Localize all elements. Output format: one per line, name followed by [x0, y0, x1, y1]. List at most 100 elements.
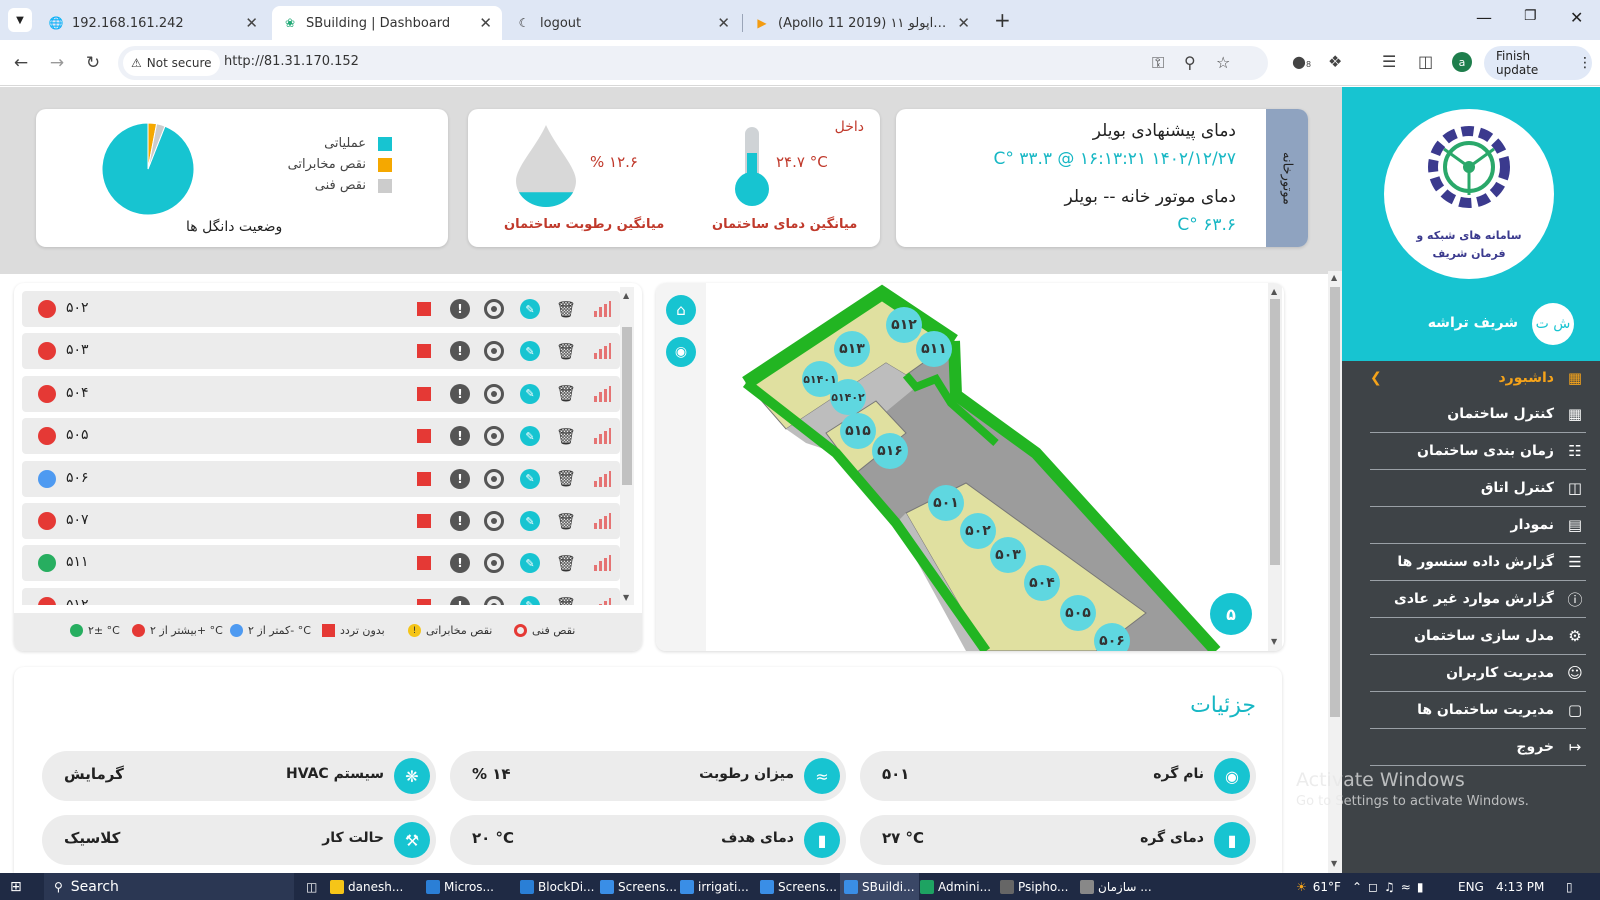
room-label-bubble[interactable]: ۵۱۳	[834, 331, 870, 367]
stop-square-icon[interactable]	[414, 553, 434, 573]
floorplan-scrollbar[interactable]: ▲ ▼	[1268, 283, 1282, 651]
close-icon[interactable]: ✕	[717, 14, 730, 32]
warning-icon[interactable]: !	[450, 468, 470, 489]
target-icon[interactable]	[484, 468, 504, 489]
user-name[interactable]: شریف تراشه	[1428, 315, 1518, 331]
trash-icon[interactable]: 🗑	[556, 469, 576, 489]
maximize-icon[interactable]: ❐	[1524, 8, 1537, 24]
room-list[interactable]: ۵۰۲ 🗑 ✎! ۵۰۳ 🗑 ✎! ۵۰۴ 🗑 ✎! ۵۰۵ 🗑 ✎! ۵۰۶ 🗑 ✎! ۵۰۷ 🗑 ✎! ۵۱۱ 🗑…	[14, 287, 642, 605]
target-icon[interactable]	[484, 383, 504, 404]
address-bar[interactable]: ⚠ Not secure http://81.31.170.152 ⚿ ⚲ ☆	[118, 46, 1268, 80]
edit-icon[interactable]: ✎	[520, 299, 540, 319]
profile-avatar[interactable]: a	[1452, 52, 1472, 72]
tray-icons[interactable]: ⌃◻♫≈▮	[1352, 873, 1429, 900]
not-secure-badge[interactable]: ⚠ Not secure	[123, 50, 220, 76]
clock[interactable]: 4:13 PM	[1496, 873, 1544, 900]
taskbar-app[interactable]: Micros...	[426, 873, 494, 900]
location-button[interactable]: ◉	[666, 337, 696, 367]
stop-square-icon[interactable]	[414, 426, 434, 446]
extension-badge-icon[interactable]: ●8	[1292, 52, 1311, 71]
start-button[interactable]: ⊞	[10, 873, 22, 900]
reload-icon[interactable]: ↻	[80, 50, 106, 76]
stop-square-icon[interactable]	[414, 384, 434, 404]
sidebar-item[interactable]: مدل سازی ساختمان ⚙	[1370, 618, 1586, 655]
scroll-up-icon[interactable]: ▲	[1331, 273, 1337, 282]
close-icon[interactable]: ✕	[245, 14, 258, 32]
warning-icon[interactable]: !	[450, 553, 470, 574]
media-icon[interactable]: ☰	[1382, 52, 1396, 71]
tab-search-button[interactable]: ▼	[8, 8, 32, 32]
room-row[interactable]: ۵۰۵ 🗑 ✎!	[22, 418, 620, 455]
url-text[interactable]: http://81.31.170.152	[224, 54, 359, 69]
target-icon[interactable]	[484, 553, 504, 574]
room-label-bubble[interactable]: ۵۱۱	[916, 331, 952, 367]
room-label-bubble[interactable]: ۵۱۶	[872, 433, 908, 469]
chart-icon[interactable]	[592, 384, 612, 404]
floor-number-badge[interactable]: ۵	[1210, 593, 1252, 635]
target-icon[interactable]	[484, 426, 504, 447]
taskbar-app[interactable]: Psipho...	[1000, 873, 1068, 900]
room-row[interactable]: ۵۰۷ 🗑 ✎!	[22, 503, 620, 539]
sidebar-item[interactable]: مدیریت ساختمان ها ▢	[1370, 692, 1586, 729]
scroll-thumb[interactable]	[622, 327, 632, 485]
sidebar-item[interactable]: گزارش داده سنسور ها ☰	[1370, 544, 1586, 581]
sidebar-item[interactable]: خروج ↦	[1370, 729, 1586, 766]
stop-square-icon[interactable]	[414, 469, 434, 489]
taskbar-app[interactable]: danesh...	[330, 873, 403, 900]
zoom-icon[interactable]: ⚲	[1184, 53, 1196, 72]
room-row[interactable]: ۵۰۳ 🗑 ✎!	[22, 333, 620, 370]
edit-icon[interactable]: ✎	[520, 511, 540, 531]
taskbar-app[interactable]: Screens...	[760, 873, 837, 900]
chart-icon[interactable]	[592, 426, 612, 446]
scroll-thumb[interactable]	[1270, 299, 1280, 565]
sidebar-item[interactable]: ❮ داشبورد ▦	[1370, 359, 1586, 396]
room-label-bubble[interactable]: ۵۰۱	[928, 485, 964, 521]
edit-icon[interactable]: ✎	[520, 553, 540, 574]
window-close-icon[interactable]: ✕	[1570, 8, 1583, 27]
room-label-bubble[interactable]: ۵۰۲	[960, 513, 996, 549]
scroll-up-icon[interactable]: ▲	[623, 291, 629, 300]
close-icon[interactable]: ✕	[479, 14, 492, 32]
tab-3[interactable]: ☾ logout ✕	[506, 6, 740, 40]
warning-icon[interactable]: !	[450, 426, 470, 447]
room-label-bubble[interactable]: ۵۰۴	[1024, 565, 1060, 601]
tab-4[interactable]: ▶ (Apollo 11 2019) فیلم آپولو ۱۱ ✕	[744, 6, 980, 40]
taskbar-app[interactable]: سازمان ...	[1080, 873, 1152, 900]
warning-icon[interactable]: !	[450, 341, 470, 362]
sidebar-item[interactable]: گزارش موارد غیر عادی ⓘ	[1370, 581, 1586, 618]
close-icon[interactable]: ✕	[957, 14, 970, 32]
sidebar-item[interactable]: مدیریت کاربران ☺	[1370, 655, 1586, 692]
taskbar-app[interactable]: BlockDi...	[520, 873, 594, 900]
trash-icon[interactable]: 🗑	[556, 384, 576, 404]
room-row[interactable]: ۵۱۱ 🗑 ✎!	[22, 545, 620, 582]
back-icon[interactable]: ←	[8, 50, 34, 76]
finish-update-button[interactable]: Finish update ⋮	[1484, 46, 1592, 80]
scroll-thumb[interactable]	[1330, 287, 1340, 717]
new-tab-button[interactable]: +	[994, 8, 1011, 32]
scroll-down-icon[interactable]: ▼	[623, 593, 629, 602]
room-row[interactable]: ۵۱۲ 🗑 ✎!	[22, 587, 620, 605]
trash-icon[interactable]: 🗑	[556, 553, 576, 573]
chart-icon[interactable]	[592, 341, 612, 361]
language-indicator[interactable]: ENG	[1458, 873, 1484, 900]
home-button[interactable]: ⌂	[666, 295, 696, 325]
warning-icon[interactable]: !	[450, 511, 470, 531]
warning-icon[interactable]: !	[450, 383, 470, 404]
target-icon[interactable]	[484, 595, 504, 605]
room-label-bubble[interactable]: ۵۱۲	[886, 307, 922, 343]
stop-square-icon[interactable]	[414, 596, 434, 605]
taskbar-app[interactable]: Admini...	[920, 873, 991, 900]
room-row[interactable]: ۵۰۴ 🗑 ✎!	[22, 375, 620, 412]
chart-icon[interactable]	[592, 469, 612, 489]
forward-icon[interactable]: →	[44, 50, 70, 76]
notification-icon[interactable]: ▯	[1566, 873, 1573, 900]
room-row[interactable]: ۵۰۶ 🗑 ✎!	[22, 460, 620, 497]
scroll-down-icon[interactable]: ▼	[1271, 637, 1277, 646]
stop-square-icon[interactable]	[414, 511, 434, 531]
taskbar-search[interactable]: ⚲ Search	[44, 873, 294, 900]
task-view-icon[interactable]: ◫	[306, 873, 317, 900]
target-icon[interactable]	[484, 299, 504, 319]
trash-icon[interactable]: 🗑	[556, 341, 576, 361]
sidebar-item[interactable]: نمودار ▤	[1370, 507, 1586, 544]
stop-square-icon[interactable]	[414, 341, 434, 361]
